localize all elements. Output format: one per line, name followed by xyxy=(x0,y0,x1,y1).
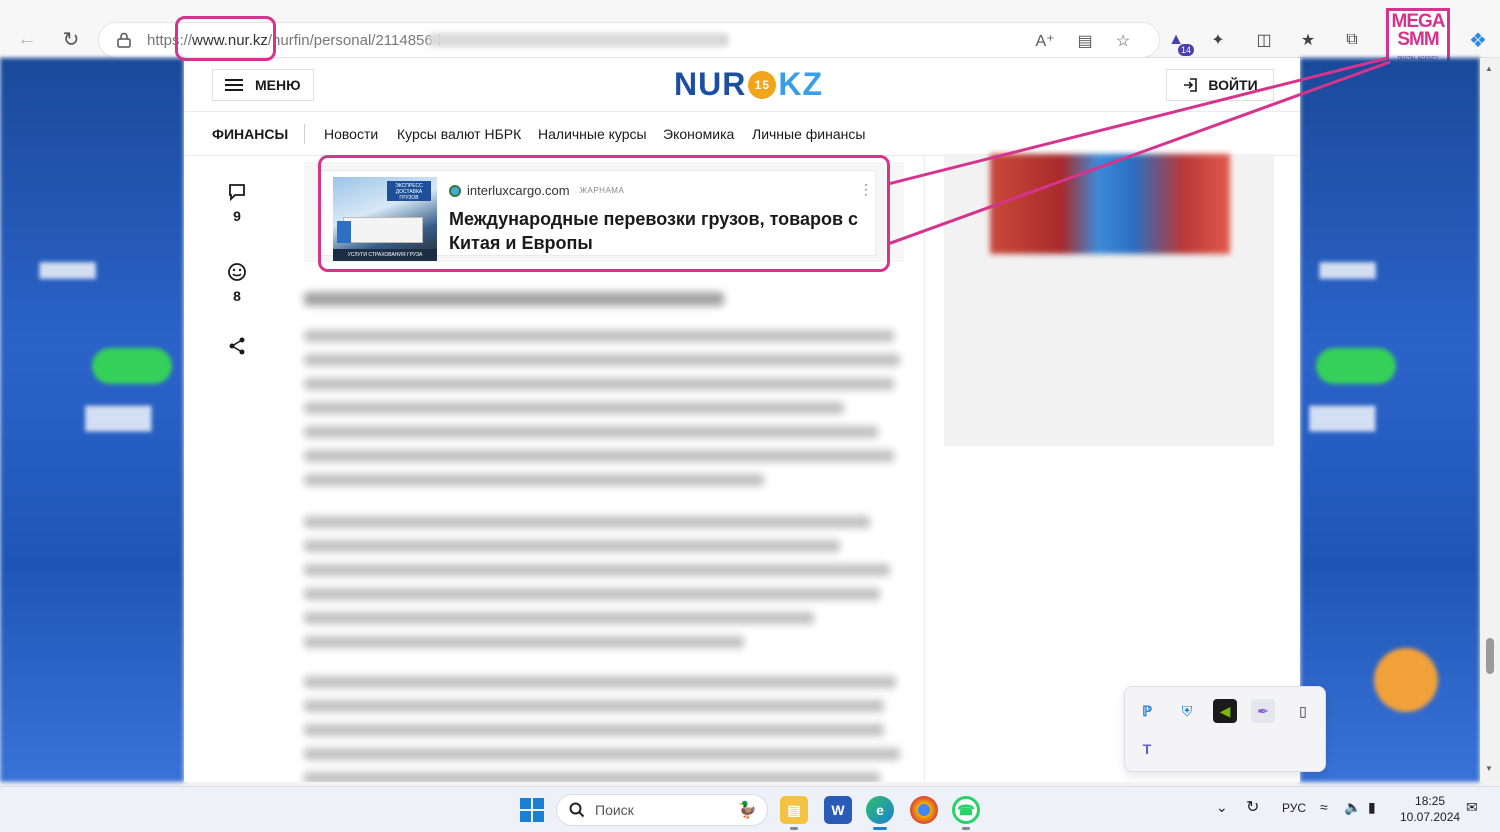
reload-icon[interactable]: ↻ xyxy=(56,24,86,54)
comment-icon xyxy=(229,184,245,202)
url-domain-highlight xyxy=(175,16,276,61)
split-screen-icon[interactable]: ◫ xyxy=(1252,28,1276,52)
hamburger-icon xyxy=(225,79,243,91)
blurred-paragraph-3 xyxy=(304,676,900,782)
file-explorer-indicator xyxy=(790,827,798,830)
column-divider xyxy=(924,156,925,782)
clock-date: 10.07.2024 xyxy=(1400,810,1461,824)
edge-icon[interactable]: e xyxy=(866,796,894,824)
section-nav: ФИНАНСЫ Новости Курсы валют НБРК Наличны… xyxy=(184,112,1300,156)
lock-icon[interactable] xyxy=(117,32,131,48)
notifications-icon[interactable]: ✉ xyxy=(1466,799,1478,816)
site-header: МЕНЮ NUR 15 KZ ВОЙТИ xyxy=(184,58,1300,112)
nav-item-economy[interactable]: Экономика xyxy=(663,126,734,142)
logo-kz: KZ xyxy=(778,66,823,102)
favorites-icon[interactable]: ★ xyxy=(1296,28,1320,52)
scroll-thumb[interactable] xyxy=(1486,638,1494,674)
taskbar-search[interactable]: Поиск 🦆 xyxy=(556,794,768,826)
menu-button[interactable]: МЕНЮ xyxy=(212,69,314,101)
nvidia-icon[interactable]: ◀ xyxy=(1213,699,1237,723)
sidebar-ad-slot xyxy=(944,154,1274,446)
windows-taskbar: Поиск 🦆 ▤ W e ☎ ⌄ ↻ РУС ≈ 🔈 ▮ 18:25 10.0… xyxy=(0,786,1500,832)
nav-item-news[interactable]: Новости xyxy=(324,126,378,142)
share-icon xyxy=(229,337,245,355)
blurred-paragraph-1 xyxy=(304,330,900,498)
clock-time: 18:25 xyxy=(1415,794,1446,808)
site-logo[interactable]: NUR 15 KZ xyxy=(674,66,823,103)
windows-start-icon[interactable] xyxy=(520,798,544,822)
taskbar-clock[interactable]: 18:25 10.07.2024 xyxy=(1400,793,1460,825)
reactions-count: 8 xyxy=(233,288,241,304)
menu-label: МЕНЮ xyxy=(255,77,301,93)
nav-item-nbrk-rates[interactable]: Курсы валют НБРК xyxy=(397,126,521,142)
right-side-banner[interactable]: ▆▆▆▆ ▆▆▆ xyxy=(1300,58,1480,782)
reactions-action[interactable]: 8 xyxy=(222,262,252,304)
volume-icon[interactable]: 🔈 xyxy=(1344,799,1361,816)
pen-icon[interactable]: ✒ xyxy=(1251,699,1275,723)
nav-divider xyxy=(304,124,305,144)
logo-anniversary-badge: 15 xyxy=(748,70,777,99)
word-icon[interactable]: W xyxy=(824,796,852,824)
login-icon xyxy=(1184,78,1198,92)
smiley-icon xyxy=(228,263,246,281)
extensions-puzzle-icon[interactable]: ✦ xyxy=(1206,28,1230,52)
logo-nur: NUR xyxy=(674,66,747,102)
immersive-reader-icon[interactable]: ▤ xyxy=(1075,31,1095,51)
battery-icon[interactable]: ▮ xyxy=(1368,799,1376,816)
search-icon xyxy=(569,802,585,818)
language-indicator[interactable]: РУС xyxy=(1282,801,1306,815)
extension-hat-icon[interactable]: ▲ 14 xyxy=(1164,28,1194,56)
favorite-star-icon[interactable]: ☆ xyxy=(1113,31,1133,51)
left-side-banner[interactable]: ▆▆▆▆ ▆▆▆ xyxy=(0,58,184,782)
section-title[interactable]: ФИНАНСЫ xyxy=(212,126,288,142)
sidebar-banner[interactable] xyxy=(990,154,1230,254)
chrome-icon[interactable] xyxy=(910,796,938,824)
security-shield-icon[interactable]: ⛨ xyxy=(1175,699,1199,723)
search-placeholder: Поиск xyxy=(595,802,634,818)
whatsapp-icon[interactable]: ☎ xyxy=(952,796,980,824)
sync-icon[interactable]: ↻ xyxy=(1246,797,1259,817)
agency-logo-line2: SMM xyxy=(1397,28,1439,50)
wifi-icon[interactable]: ≈ xyxy=(1320,799,1328,815)
url-redacted xyxy=(429,33,729,47)
bluetooth-icon[interactable]: ℙ xyxy=(1135,699,1159,723)
nav-item-cash-rates[interactable]: Наличные курсы xyxy=(538,126,647,142)
native-ad-highlight xyxy=(318,155,890,272)
login-button[interactable]: ВОЙТИ xyxy=(1166,69,1274,101)
comments-count: 9 xyxy=(233,208,241,224)
usb-device-icon[interactable]: ▯ xyxy=(1291,699,1315,723)
share-action[interactable] xyxy=(222,336,252,362)
blurred-paragraph-2 xyxy=(304,516,894,660)
file-explorer-icon[interactable]: ▤ xyxy=(780,796,808,824)
read-aloud-icon[interactable]: A⁺ xyxy=(1035,31,1055,51)
collections-icon[interactable]: ⧉ xyxy=(1340,28,1364,52)
search-highlight-icon: 🦆 xyxy=(737,802,757,819)
page-scrollbar[interactable]: ▲ ▼ xyxy=(1480,58,1500,782)
tray-chevron-icon[interactable]: ⌄ xyxy=(1216,799,1228,816)
tray-overflow-popup: ℙ ⛨ ◀ ✒ ▯ T xyxy=(1124,686,1326,772)
extension-badge: 14 xyxy=(1177,44,1194,56)
teams-icon[interactable]: T xyxy=(1135,737,1159,761)
whatsapp-indicator xyxy=(962,827,970,830)
edge-indicator xyxy=(873,827,887,830)
nav-item-personal-finance[interactable]: Личные финансы xyxy=(752,126,865,142)
login-label: ВОЙТИ xyxy=(1208,77,1258,93)
agency-logo-line1: MEGA xyxy=(1391,10,1446,32)
comments-action[interactable]: 9 xyxy=(222,182,252,224)
blurred-caption xyxy=(304,292,894,318)
back-arrow-icon[interactable]: ← xyxy=(12,24,42,54)
copilot-icon[interactable]: ❖ xyxy=(1466,28,1490,52)
